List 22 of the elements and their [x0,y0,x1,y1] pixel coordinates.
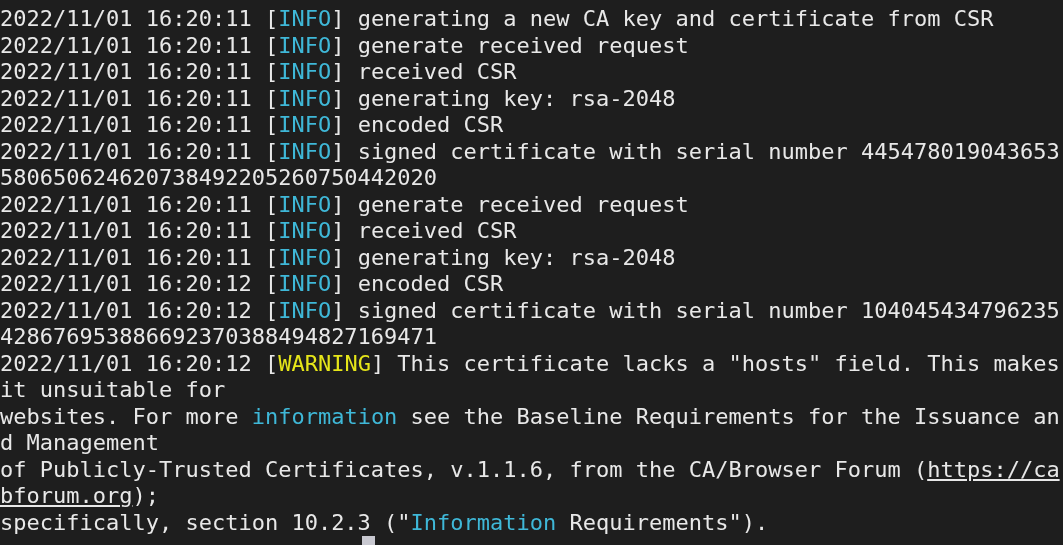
log-line: 2022/11/01 16:20:11 [INFO] encoded CSR [0,112,504,139]
log-line: it unsuitable for [0,377,226,404]
url-link[interactable]: https://ca [927,456,1060,482]
log-line: 2022/11/01 16:20:11 [INFO] signed certificate with serial number 445478019043653 [0,138,1060,165]
log-line: 2022/11/01 16:20:12 [INFO] signed certificate with serial number 104045434796235 [0,297,1060,324]
log-line: 2022/11/01 16:20:11 [INFO] generating key: rsa-2048 [0,85,676,112]
log-line: specifically, section 10.2.3 ("Information Requirements"). [0,509,769,536]
log-line: 580650624620738492205260750442020 [0,165,438,192]
log-line: websites. For more information see the Baseline Requirements for the Issuance an [0,403,1060,430]
log-line: 2022/11/01 16:20:11 [INFO] received CSR [0,59,517,86]
log-line: bforum.org); [0,483,159,510]
url-link[interactable]: bforum.org [0,483,133,508]
log-line: d Management [0,430,159,457]
log-line: 2022/11/01 16:20:12 [INFO] encoded CSR [0,271,504,298]
log-line: 2022/11/01 16:20:11 [INFO] generating key: rsa-2048 [0,244,676,271]
log-line: 2022/11/01 16:20:11 [INFO] generating a new CA key and certificate from CSR [0,6,994,33]
log-line: 2022/11/01 16:20:12 [WARNING] This certificate lacks a "hosts" field. This makes [0,350,1060,377]
log-line: 2022/11/01 16:20:11 [INFO] received CSR [0,218,517,245]
log-line: 428676953886692370388494827169471 [0,324,438,351]
log-line: 2022/11/01 16:20:11 [INFO] generate received request [0,191,689,218]
log-line: 2022/11/01 16:20:11 [INFO] generate received request [0,32,689,59]
log-line: of Publicly-Trusted Certificates, v.1.1.6, from the CA/Browser Forum (https://ca [0,456,1060,483]
